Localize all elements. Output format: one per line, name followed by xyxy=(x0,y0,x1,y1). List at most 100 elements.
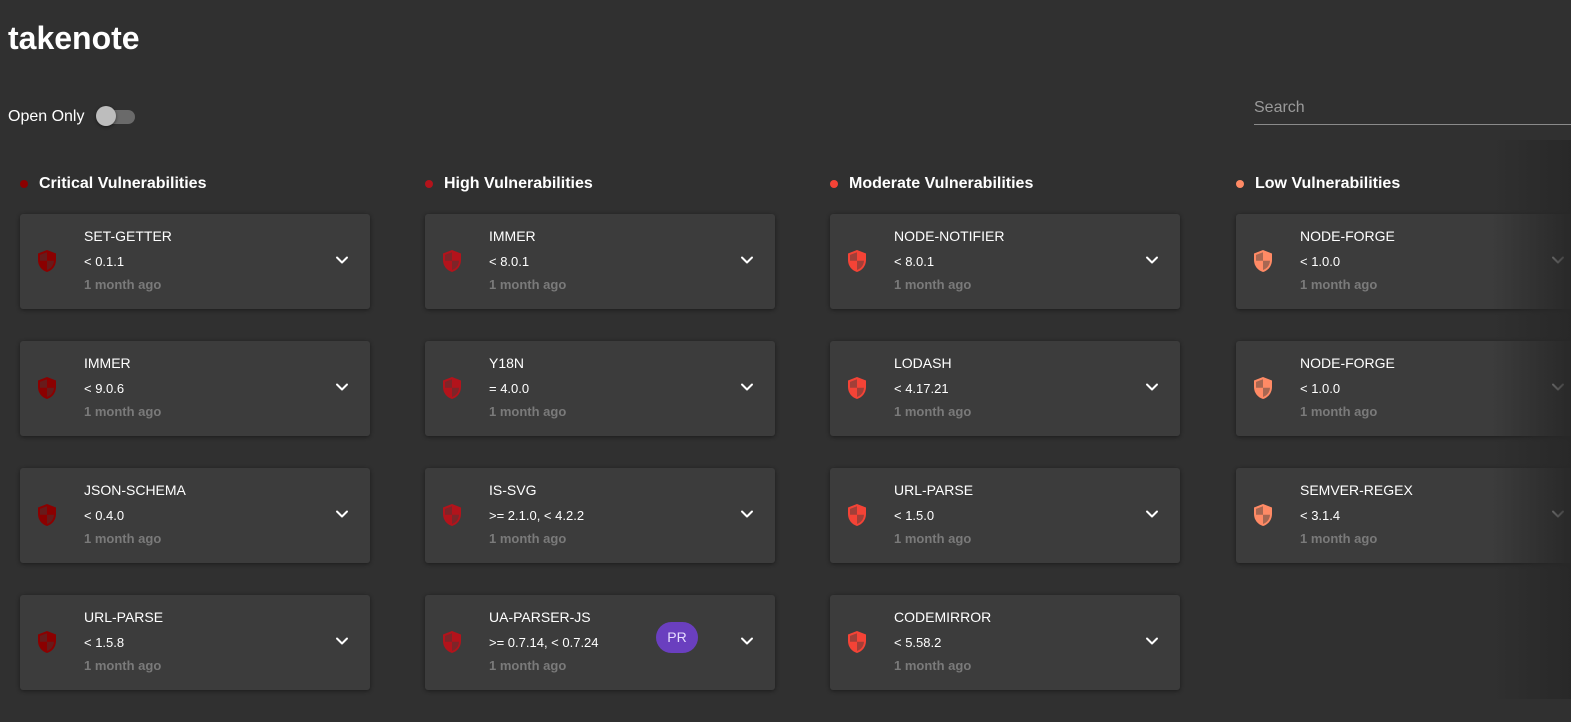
affected-range: = 4.0.0 xyxy=(489,381,530,396)
affected-range: < 1.0.0 xyxy=(1300,254,1341,269)
chevron-down-icon[interactable] xyxy=(334,379,350,395)
vulnerability-card[interactable]: IMMER < 9.0.6 1 month ago xyxy=(20,341,370,436)
vulnerability-card[interactable]: URL-PARSE < 1.5.8 1 month ago xyxy=(20,595,370,690)
affected-range: < 5.58.2 xyxy=(894,635,942,650)
package-name: UA-PARSER-JS xyxy=(489,609,591,625)
timestamp: 1 month ago xyxy=(489,531,567,546)
chevron-down-icon[interactable] xyxy=(739,379,755,395)
vulnerability-card[interactable]: LODASH < 4.17.21 1 month ago xyxy=(830,341,1180,436)
vulnerability-card[interactable]: SET-GETTER < 0.1.1 1 month ago xyxy=(20,214,370,309)
vulnerability-card[interactable]: JSON-SCHEMA < 0.4.0 1 month ago xyxy=(20,468,370,563)
package-name: Y18N xyxy=(489,355,525,371)
timestamp: 1 month ago xyxy=(1300,531,1378,546)
package-name: SEMVER-REGEX xyxy=(1300,482,1413,498)
timestamp: 1 month ago xyxy=(489,404,567,419)
shield-icon xyxy=(847,630,867,654)
vulnerability-card[interactable]: Y18N = 4.0.0 1 month ago xyxy=(425,341,775,436)
vulnerability-card[interactable]: NODE-FORGE < 1.0.0 1 month ago xyxy=(1236,214,1571,309)
timestamp: 1 month ago xyxy=(84,658,162,673)
chevron-down-icon[interactable] xyxy=(739,633,755,649)
column-header: Low Vulnerabilities xyxy=(1236,174,1571,194)
chevron-down-icon[interactable] xyxy=(739,506,755,522)
shield-icon xyxy=(1253,249,1273,273)
column-title: Critical Vulnerabilities xyxy=(39,175,207,192)
package-name: IMMER xyxy=(489,228,536,244)
open-only-label: Open Only xyxy=(8,108,85,125)
column-title: Low Vulnerabilities xyxy=(1255,175,1401,192)
shield-icon xyxy=(37,630,57,654)
chevron-down-icon[interactable] xyxy=(739,252,755,268)
severity-dot xyxy=(425,180,433,188)
chevron-down-icon[interactable] xyxy=(1144,379,1160,395)
shield-icon xyxy=(442,630,462,654)
affected-range: < 8.0.1 xyxy=(489,254,530,269)
package-name: JSON-SCHEMA xyxy=(84,482,186,498)
chevron-down-icon[interactable] xyxy=(1550,506,1566,522)
chevron-down-icon[interactable] xyxy=(1144,252,1160,268)
column-title: Moderate Vulnerabilities xyxy=(849,175,1034,192)
chevron-down-icon[interactable] xyxy=(334,506,350,522)
shield-icon xyxy=(37,249,57,273)
chevron-down-icon[interactable] xyxy=(334,252,350,268)
affected-range: < 1.0.0 xyxy=(1300,381,1341,396)
package-name: NODE-FORGE xyxy=(1300,228,1395,244)
timestamp: 1 month ago xyxy=(489,658,567,673)
chevron-down-icon[interactable] xyxy=(1550,252,1566,268)
affected-range: < 1.5.0 xyxy=(894,508,935,523)
search-input[interactable] xyxy=(1254,92,1571,124)
affected-range: >= 2.1.0, < 4.2.2 xyxy=(489,508,585,523)
shield-icon xyxy=(442,376,462,400)
chevron-down-icon[interactable] xyxy=(1144,506,1160,522)
package-name: NODE-FORGE xyxy=(1300,355,1395,371)
column-low: Low Vulnerabilities NODE-FORGE < 1.0.0 1 mo… xyxy=(1236,174,1571,595)
column-critical: Critical Vulnerabilities SET-GETTER < 0.1.… xyxy=(20,174,370,722)
affected-range: < 4.17.21 xyxy=(894,381,949,396)
package-name: IS-SVG xyxy=(489,482,537,498)
timestamp: 1 month ago xyxy=(489,277,567,292)
package-name: URL-PARSE xyxy=(84,609,164,625)
timestamp: 1 month ago xyxy=(1300,277,1378,292)
package-name: LODASH xyxy=(894,355,952,371)
severity-dot xyxy=(20,180,28,188)
timestamp: 1 month ago xyxy=(84,531,162,546)
column-high: High Vulnerabilities IMMER < 8.0.1 1 month … xyxy=(425,174,775,722)
affected-range: < 8.0.1 xyxy=(894,254,935,269)
timestamp: 1 month ago xyxy=(894,277,972,292)
affected-range: >= 0.7.14, < 0.7.24 xyxy=(489,635,599,650)
affected-range: < 0.1.1 xyxy=(84,254,125,269)
column-header: Moderate Vulnerabilities xyxy=(830,174,1180,194)
vulnerability-card[interactable]: URL-PARSE < 1.5.0 1 month ago xyxy=(830,468,1180,563)
timestamp: 1 month ago xyxy=(894,404,972,419)
app-title: takenote xyxy=(8,20,140,56)
vulnerability-card[interactable]: CODEMIRROR < 5.58.2 1 month ago xyxy=(830,595,1180,690)
vulnerability-card[interactable]: NODE-NOTIFIER < 8.0.1 1 month ago xyxy=(830,214,1180,309)
chevron-down-icon[interactable] xyxy=(1144,633,1160,649)
vulnerability-card[interactable]: IS-SVG >= 2.1.0, < 4.2.2 1 month ago xyxy=(425,468,775,563)
column-header: Critical Vulnerabilities xyxy=(20,174,370,194)
open-only-toggle[interactable] xyxy=(96,106,136,128)
package-name: URL-PARSE xyxy=(894,482,974,498)
timestamp: 1 month ago xyxy=(894,531,972,546)
vulnerability-card[interactable]: UA-PARSER-JS >= 0.7.14, < 0.7.24 1 month a… xyxy=(425,595,775,690)
severity-dot xyxy=(830,180,838,188)
search-field[interactable] xyxy=(1254,92,1571,125)
column-header: High Vulnerabilities xyxy=(425,174,775,194)
vulnerability-card[interactable]: NODE-FORGE < 1.0.0 1 month ago xyxy=(1236,341,1571,436)
vulnerability-card[interactable]: SEMVER-REGEX < 3.1.4 1 month ago xyxy=(1236,468,1571,563)
vulnerability-card[interactable]: IMMER < 8.0.1 1 month ago xyxy=(425,214,775,309)
pr-badge[interactable]: PR xyxy=(656,622,698,653)
package-name: SET-GETTER xyxy=(84,228,172,244)
shield-icon xyxy=(1253,503,1273,527)
shield-icon xyxy=(37,376,57,400)
shield-icon xyxy=(847,249,867,273)
shield-icon xyxy=(1253,376,1273,400)
affected-range: < 1.5.8 xyxy=(84,635,125,650)
shield-icon xyxy=(442,503,462,527)
affected-range: < 3.1.4 xyxy=(1300,508,1341,523)
chevron-down-icon[interactable] xyxy=(334,633,350,649)
shield-icon xyxy=(37,503,57,527)
timestamp: 1 month ago xyxy=(1300,404,1378,419)
timestamp: 1 month ago xyxy=(84,277,162,292)
chevron-down-icon[interactable] xyxy=(1550,379,1566,395)
package-name: CODEMIRROR xyxy=(894,609,992,625)
